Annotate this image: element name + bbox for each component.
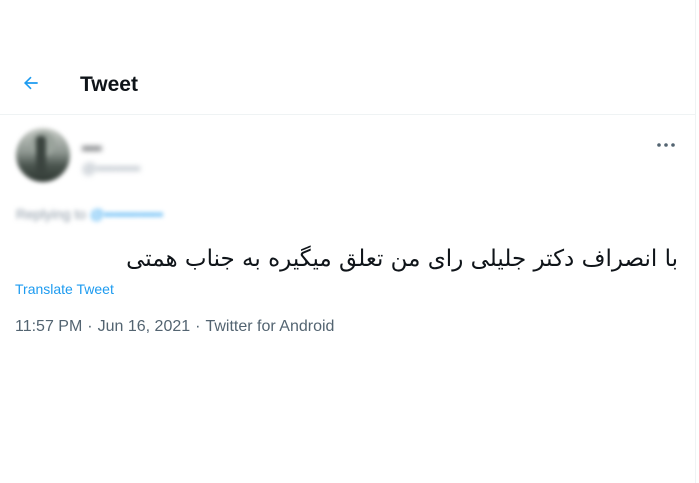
back-button[interactable]: [14, 68, 48, 102]
author-handle[interactable]: @•••••••••: [82, 160, 140, 176]
avatar[interactable]: [16, 128, 70, 182]
tweet-time[interactable]: 11:57 PM: [15, 318, 82, 335]
tweet-source[interactable]: Twitter for Android: [205, 318, 334, 335]
meta-separator: ·: [87, 318, 93, 335]
tweet-header: Tweet: [0, 56, 695, 115]
avatar-image: [36, 136, 46, 176]
more-options-button[interactable]: [654, 134, 678, 154]
replying-to-mention[interactable]: @••••••••••••: [90, 206, 163, 222]
replying-to-line: Replying to @••••••••••••: [16, 206, 163, 222]
translate-tweet-link[interactable]: Translate Tweet: [15, 281, 114, 297]
author-display-name[interactable]: ••••: [82, 140, 102, 156]
column-border: [695, 0, 696, 483]
arrow-left-icon: [21, 73, 41, 98]
tweet-page: Tweet •••• @••••••••• Replying to @•••••…: [0, 0, 699, 483]
page-title: Tweet: [80, 73, 138, 96]
tweet-text: با انصراف دکتر جلیلی رای من تعلق میگیره …: [126, 246, 678, 272]
tweet-metadata: 11:57 PM · Jun 16, 2021 · Twitter for Androi…: [15, 318, 334, 336]
replying-to-label: Replying to: [16, 206, 87, 222]
tweet-date[interactable]: Jun 16, 2021: [98, 318, 191, 335]
more-horizontal-icon: [656, 135, 676, 153]
meta-separator: ·: [195, 318, 201, 335]
